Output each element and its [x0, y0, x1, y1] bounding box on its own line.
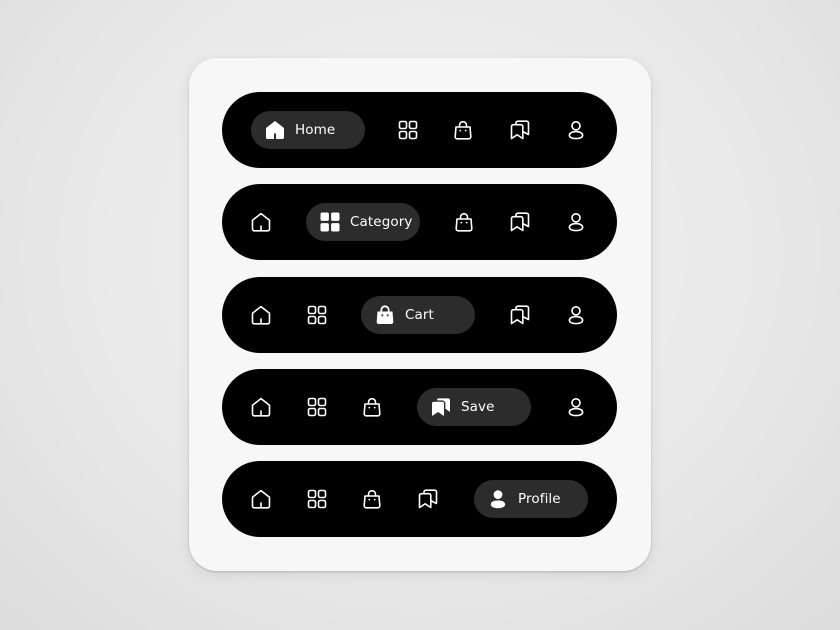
- nav-bar-category-active: Category: [222, 184, 617, 260]
- nav-item-home[interactable]: [241, 479, 281, 519]
- category-icon: [305, 395, 329, 419]
- save-icon: [508, 210, 532, 234]
- nav-item-profile[interactable]: [556, 387, 596, 427]
- profile-icon: [564, 395, 588, 419]
- nav-item-profile[interactable]: [556, 110, 596, 150]
- nav-item-save[interactable]: [500, 295, 540, 335]
- cart-icon: [452, 210, 476, 234]
- home-icon: [249, 303, 273, 327]
- nav-item-label: Home: [295, 122, 336, 138]
- category-icon: [305, 303, 329, 327]
- nav-bar-profile-active: Profile: [222, 461, 617, 537]
- nav-item-profile-active[interactable]: Profile: [474, 480, 588, 518]
- nav-item-cart[interactable]: [444, 202, 484, 242]
- cart-icon: [360, 487, 384, 511]
- profile-icon: [564, 210, 588, 234]
- save-icon: [416, 487, 440, 511]
- nav-item-cart[interactable]: [352, 479, 392, 519]
- nav-item-home-active[interactable]: Home: [251, 111, 365, 149]
- profile-icon: [486, 487, 510, 511]
- category-icon: [305, 487, 329, 511]
- nav-item-label: Save: [461, 399, 495, 415]
- nav-item-home[interactable]: [241, 295, 281, 335]
- category-icon: [396, 118, 420, 142]
- home-icon: [249, 395, 273, 419]
- home-icon: [263, 118, 287, 142]
- profile-icon: [564, 303, 588, 327]
- home-icon: [249, 487, 273, 511]
- nav-item-cart[interactable]: [352, 387, 392, 427]
- cart-icon: [360, 395, 384, 419]
- nav-item-cart[interactable]: [443, 110, 483, 150]
- nav-item-category[interactable]: [297, 479, 337, 519]
- cart-icon: [451, 118, 475, 142]
- nav-item-home[interactable]: [241, 387, 281, 427]
- category-icon: [318, 210, 342, 234]
- nav-item-category-active[interactable]: Category: [306, 203, 420, 241]
- nav-item-category[interactable]: [388, 110, 428, 150]
- save-icon: [508, 303, 532, 327]
- cart-icon: [373, 303, 397, 327]
- nav-bar-home-active: Home: [222, 92, 617, 168]
- home-icon: [249, 210, 273, 234]
- nav-item-cart-active[interactable]: Cart: [361, 296, 475, 334]
- nav-item-save-active[interactable]: Save: [417, 388, 531, 426]
- nav-item-save[interactable]: [500, 202, 540, 242]
- save-icon: [429, 395, 453, 419]
- profile-icon: [564, 118, 588, 142]
- nav-item-profile[interactable]: [556, 295, 596, 335]
- nav-item-category[interactable]: [297, 295, 337, 335]
- nav-item-profile[interactable]: [556, 202, 596, 242]
- nav-bar-cart-active: Cart: [222, 277, 617, 353]
- nav-item-label: Profile: [518, 491, 561, 507]
- nav-item-label: Cart: [405, 307, 434, 323]
- nav-item-save[interactable]: [408, 479, 448, 519]
- nav-item-home[interactable]: [241, 202, 281, 242]
- nav-item-save[interactable]: [500, 110, 540, 150]
- nav-item-label: Category: [350, 214, 413, 230]
- save-icon: [508, 118, 532, 142]
- nav-bar-save-active: Save: [222, 369, 617, 445]
- nav-item-category[interactable]: [297, 387, 337, 427]
